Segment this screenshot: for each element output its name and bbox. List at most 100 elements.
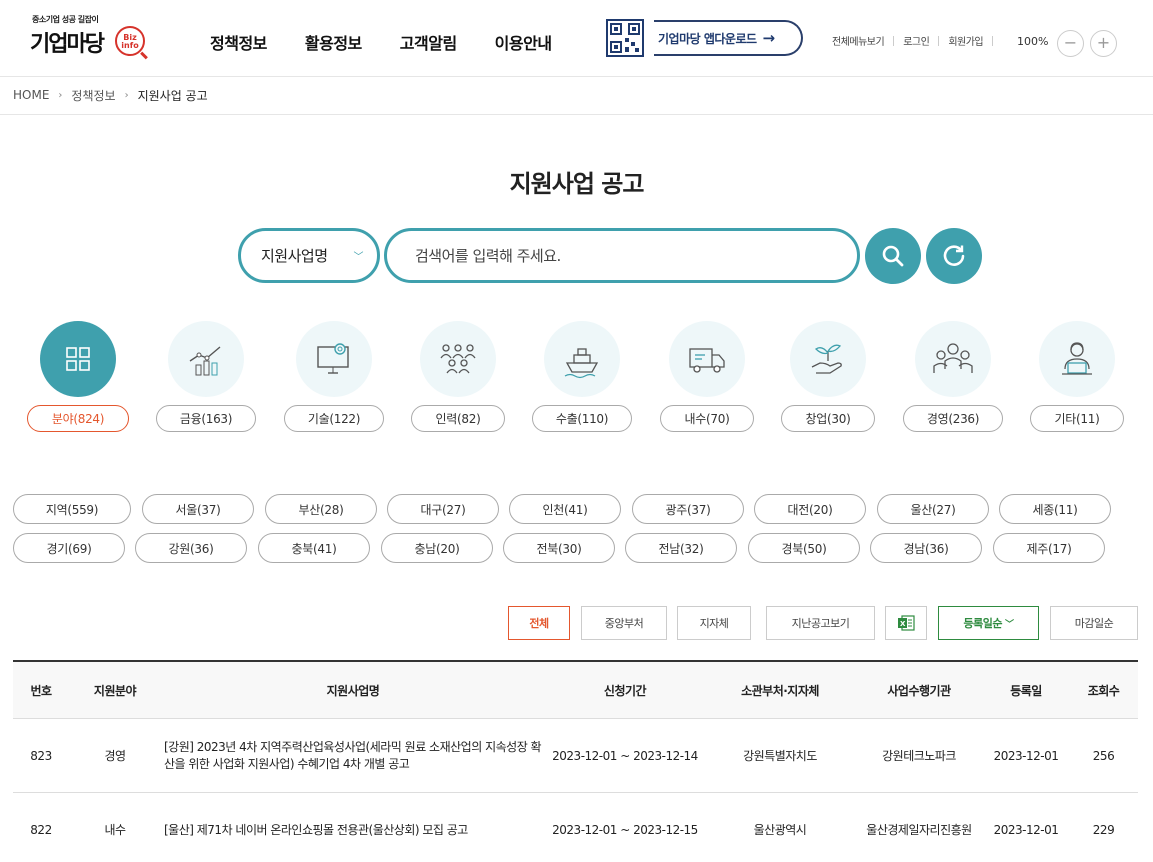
region-ulsan[interactable]: 울산(27): [877, 494, 989, 524]
site-header: 중소기업 성공 길잡이 기업마당 Biz info 정책정보 활용정보 고객알림…: [0, 0, 1153, 77]
refresh-icon: [943, 245, 965, 266]
region-gyeongnam[interactable]: 경남(36): [870, 533, 982, 563]
ship-icon: [564, 348, 599, 379]
table-row[interactable]: 822 내수 [울산] 제71차 네이버 온라인쇼핑몰 전용관(울산상회) 모집…: [13, 793, 1138, 862]
region-gwangju[interactable]: 광주(37): [632, 494, 744, 524]
category-management[interactable]: 경영(236): [898, 321, 1008, 436]
region-jeju[interactable]: 제주(17): [993, 533, 1105, 563]
cell-title-link[interactable]: [울산] 제71차 네이버 온라인쇼핑몰 전용관(울산상회) 모집 공고: [164, 793, 542, 862]
category-circle: [168, 321, 244, 397]
divider: [893, 35, 895, 46]
team-icon: [933, 343, 973, 373]
nav-guide[interactable]: 이용안내: [495, 30, 552, 54]
grid-icon: [66, 347, 90, 371]
chevron-right-icon: ›: [58, 89, 63, 101]
cell-number: 823: [30, 748, 52, 763]
region-sejong[interactable]: 세종(11): [999, 494, 1111, 524]
signup-link[interactable]: 회원가입: [948, 33, 983, 48]
nav-utilization[interactable]: 활용정보: [305, 30, 362, 54]
cell-reg-date: 2023-12-01: [993, 822, 1059, 837]
region-gangwon[interactable]: 강원(36): [135, 533, 247, 563]
nav-policy[interactable]: 정책정보: [210, 30, 267, 54]
divider: [992, 35, 994, 46]
all-menu-link[interactable]: 전체메뉴보기: [832, 33, 885, 48]
col-ministry: 소관부처·지자체: [741, 684, 819, 698]
cell-title-link[interactable]: [강원] 2023년 4차 지역주력산업육성사업(세라믹 원료 소재산업의 지속…: [164, 719, 542, 793]
cell-ministry: 강원특별자치도: [743, 748, 817, 763]
category-circle: [1039, 321, 1115, 397]
category-startup[interactable]: 창업(30): [773, 321, 883, 436]
sprout-hand-icon: [811, 344, 842, 374]
col-agency: 사업수행기관: [887, 684, 951, 698]
region-daejeon[interactable]: 대전(20): [754, 494, 866, 524]
category-domestic[interactable]: 내수(70): [652, 321, 762, 436]
monitor-gear-icon: [317, 343, 349, 374]
excel-download-button[interactable]: X: [885, 606, 927, 640]
notice-table: 번호 지원분야 지원사업명 신청기간 소관부처·지자체 사업수행기관 등록일 조…: [13, 660, 1138, 862]
nav-notice[interactable]: 고객알림: [400, 30, 457, 54]
table-row[interactable]: 823 경영 [강원] 2023년 4차 지역주력산업육성사업(세라믹 원료 소…: [13, 719, 1138, 793]
sort-deadline-button[interactable]: 마감일순: [1050, 606, 1138, 640]
search-button[interactable]: [865, 228, 921, 284]
region-seoul[interactable]: 서울(37): [142, 494, 254, 524]
region-jeonnam[interactable]: 전남(32): [625, 533, 737, 563]
table-header: 번호 지원분야 지원사업명 신청기간 소관부처·지자체 사업수행기관 등록일 조…: [13, 662, 1138, 719]
category-finance[interactable]: 금융(163): [151, 321, 261, 436]
category-label: 기타(11): [1030, 405, 1124, 432]
region-gyeonggi[interactable]: 경기(69): [13, 533, 125, 563]
cell-agency: 강원테크노파크: [882, 748, 956, 763]
main-nav: 정책정보 활용정보 고객알림 이용안내: [210, 30, 552, 54]
zoom-out-button[interactable]: −: [1057, 30, 1084, 57]
col-period: 신청기간: [603, 684, 647, 698]
category-manpower[interactable]: 인력(82): [403, 321, 513, 436]
breadcrumb-policy[interactable]: 정책정보: [71, 87, 115, 104]
biz-info-badge: Biz info: [115, 26, 145, 56]
search-input[interactable]: [415, 243, 835, 269]
filter-local-button[interactable]: 지자체: [677, 606, 751, 640]
site-logo[interactable]: 중소기업 성공 길잡이 기업마당 Biz info: [30, 14, 148, 60]
app-download-label: 기업마당 앱다운로드: [658, 31, 757, 46]
cell-period: 2023-12-01 ~ 2023-12-14: [552, 748, 698, 763]
col-number: 번호: [30, 684, 52, 698]
qr-code-icon[interactable]: [606, 19, 644, 57]
region-chungbuk[interactable]: 충북(41): [258, 533, 370, 563]
filter-all-button[interactable]: 전체: [508, 606, 570, 640]
cell-field: 내수: [104, 822, 126, 837]
category-export[interactable]: 수출(110): [527, 321, 637, 436]
category-label: 인력(82): [411, 405, 505, 432]
category-label: 창업(30): [781, 405, 875, 432]
category-label: 분야(824): [27, 405, 129, 432]
page-title: 지원사업 공고: [509, 170, 645, 198]
login-link[interactable]: 로그인: [903, 33, 930, 48]
past-notices-button[interactable]: 지난공고보기: [766, 606, 875, 640]
search-type-select[interactable]: 지원사업명 ﹀: [238, 228, 380, 283]
category-circle: [669, 321, 745, 397]
region-incheon[interactable]: 인천(41): [509, 494, 621, 524]
search-type-value: 지원사업명: [261, 247, 328, 265]
category-etc[interactable]: 기타(11): [1022, 321, 1132, 436]
divider: [0, 114, 1153, 115]
chevron-down-icon: ﹀: [1004, 619, 1014, 630]
breadcrumb-current: 지원사업 공고: [137, 88, 208, 103]
category-circle: [915, 321, 991, 397]
people-icon: [440, 344, 476, 374]
app-download-button[interactable]: 기업마당 앱다운로드 →: [654, 20, 803, 56]
category-label: 경영(236): [903, 405, 1003, 432]
region-gyeongbuk[interactable]: 경북(50): [748, 533, 860, 563]
category-field[interactable]: 분야(824): [23, 321, 133, 436]
breadcrumb-home[interactable]: HOME: [13, 88, 49, 102]
zoom-in-button[interactable]: +: [1090, 30, 1117, 57]
sort-registration-button[interactable]: 등록일순 ﹀: [938, 606, 1039, 640]
sort-registration-label: 등록일순: [963, 617, 1003, 630]
reset-button[interactable]: [926, 228, 982, 284]
region-daegu[interactable]: 대구(27): [387, 494, 499, 524]
region-busan[interactable]: 부산(28): [265, 494, 377, 524]
region-jeonbuk[interactable]: 전북(30): [503, 533, 615, 563]
category-tech[interactable]: 기술(122): [279, 321, 389, 436]
breadcrumb: HOME › 정책정보 › 지원사업 공고: [13, 86, 208, 104]
col-title: 지원사업명: [326, 684, 380, 698]
filter-central-button[interactable]: 중앙부처: [581, 606, 667, 640]
col-views: 조회수: [1087, 684, 1120, 698]
region-all[interactable]: 지역(559): [13, 494, 131, 524]
region-chungnam[interactable]: 충남(20): [381, 533, 493, 563]
